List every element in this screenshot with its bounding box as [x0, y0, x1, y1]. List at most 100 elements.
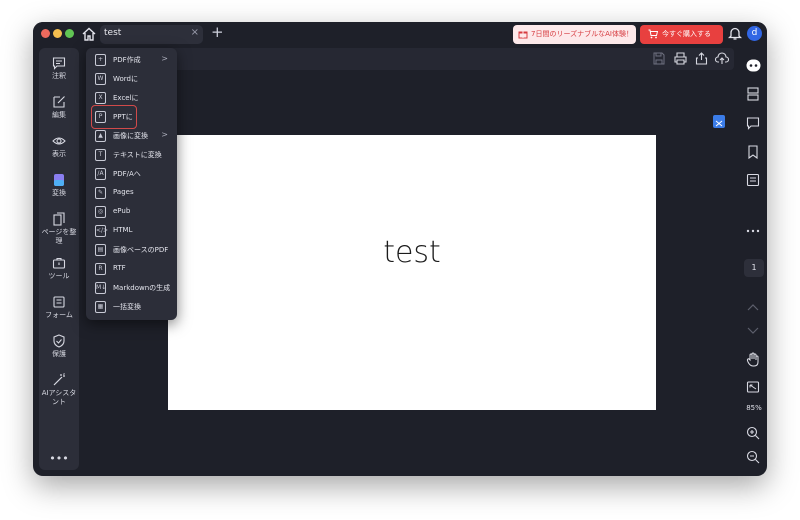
menu-item-label: HTML: [113, 226, 133, 234]
document-tab[interactable]: test ×: [100, 25, 203, 44]
print-icon[interactable]: [674, 52, 687, 65]
menu-item-to-text[interactable]: T テキストに変換: [86, 146, 177, 165]
menu-item-batch-convert[interactable]: ▦ 一括変換: [86, 298, 177, 317]
gift-icon: [518, 31, 528, 39]
promo-button[interactable]: 7日間のリーズナブルなAI体験！: [513, 25, 636, 44]
menu-item-to-epub[interactable]: ◎ ePub: [86, 203, 177, 222]
page-number-input[interactable]: 1: [744, 259, 764, 277]
promo-label: 7日間のリーズナブルなAI体験！: [531, 30, 633, 38]
form-icon: [53, 296, 65, 308]
fit-page-icon[interactable]: [746, 380, 760, 394]
toolbox-icon: [52, 257, 66, 269]
bookmark-icon[interactable]: [746, 145, 760, 159]
properties-icon[interactable]: [746, 173, 760, 187]
sidebar-item-organize-pages[interactable]: ページを整理: [39, 212, 79, 246]
shield-icon: [53, 334, 65, 348]
buy-now-button[interactable]: 今すぐ購入する: [640, 25, 723, 44]
sidebar-item-view[interactable]: 表示: [39, 134, 79, 159]
comment-icon: [52, 57, 66, 70]
zoom-in-icon[interactable]: [746, 426, 760, 440]
chevron-up-icon[interactable]: [746, 302, 760, 312]
image-pdf-icon: ▤: [95, 244, 106, 256]
sidebar-item-label: ツール: [48, 272, 70, 280]
edit-icon: [53, 96, 65, 108]
sidebar-item-convert[interactable]: 変換: [39, 173, 79, 198]
sidebar-item-label: 保護: [52, 350, 66, 358]
tab-close-icon[interactable]: ×: [191, 27, 199, 38]
sidebar-item-label: フォーム: [45, 311, 73, 319]
menu-item-to-pages[interactable]: ✎ Pages: [86, 184, 177, 203]
tab-label: test: [104, 28, 122, 38]
minimize-window-button[interactable]: [53, 29, 62, 38]
menu-item-to-html[interactable]: </> HTML: [86, 222, 177, 241]
sidebar-item-annotate[interactable]: 注釈: [39, 56, 79, 81]
markdown-icon: M↓: [95, 282, 106, 294]
title-bar: test × + 7日間のリーズナブルなAI体験！ 今すぐ購入する d: [33, 22, 767, 46]
avatar[interactable]: d: [747, 26, 762, 41]
menu-item-label: PDF/Aへ: [113, 170, 141, 178]
menu-item-markdown[interactable]: M↓ Markdownの生成: [86, 279, 177, 298]
rtf-icon: R: [95, 263, 106, 275]
cloud-upload-icon[interactable]: [715, 52, 729, 65]
sidebar-item-ai-assistant[interactable]: AIアシスタント: [39, 373, 79, 407]
menu-item-create-pdf[interactable]: + PDF作成 >: [86, 51, 177, 70]
document-page[interactable]: test: [168, 135, 656, 410]
menu-item-to-image-pdf[interactable]: ▤ 画像ベースのPDF: [86, 241, 177, 260]
sidebar-item-label: ページを整理: [41, 228, 77, 245]
pages-icon: [53, 212, 65, 226]
convert-menu: + PDF作成 > W Wordに X Excelに P PPTに ▲ 画像に変…: [86, 48, 177, 320]
home-icon[interactable]: [81, 26, 97, 42]
document-text: test: [383, 235, 441, 270]
menu-item-label: Wordに: [113, 75, 138, 83]
excel-icon: X: [95, 92, 106, 104]
sidebar-item-label: AIアシスタント: [41, 389, 77, 406]
bell-icon[interactable]: [728, 26, 742, 41]
menu-item-to-word[interactable]: W Wordに: [86, 70, 177, 89]
sidebar-item-tools[interactable]: ツール: [39, 256, 79, 281]
zoom-level[interactable]: 85%: [740, 404, 767, 412]
toolbar: [87, 48, 734, 70]
thumbnails-icon[interactable]: [746, 87, 760, 101]
menu-item-label: RTF: [113, 264, 126, 272]
menu-item-label: テキストに変換: [113, 151, 162, 159]
hand-tool-icon[interactable]: [746, 352, 760, 367]
share-icon[interactable]: [695, 52, 708, 65]
pages-format-icon: ✎: [95, 187, 106, 199]
menu-item-label: 一括変換: [113, 303, 141, 311]
cart-icon: [648, 29, 658, 39]
image-icon: ▲: [95, 130, 106, 142]
sidebar-item-protect[interactable]: 保護: [39, 334, 79, 359]
zoom-out-icon[interactable]: [746, 450, 760, 464]
document-info-badge[interactable]: [713, 115, 725, 128]
menu-item-label: ePub: [113, 207, 131, 215]
word-icon: W: [95, 73, 106, 85]
new-tab-button[interactable]: +: [211, 23, 224, 41]
sidebar-item-label: 注釈: [52, 72, 66, 80]
menu-item-to-rtf[interactable]: R RTF: [86, 260, 177, 279]
sidebar-more-button[interactable]: •••: [39, 452, 79, 465]
sidebar-item-edit[interactable]: 編集: [39, 95, 79, 120]
sidebar-item-label: 編集: [52, 111, 66, 119]
menu-item-to-image[interactable]: ▲ 画像に変換 >: [86, 127, 177, 146]
highlight-box: [91, 105, 137, 129]
create-pdf-icon: +: [95, 54, 106, 66]
chevron-down-icon[interactable]: [746, 326, 760, 336]
ai-chat-icon[interactable]: [746, 59, 761, 72]
sidebar-item-form[interactable]: フォーム: [39, 295, 79, 320]
html-icon: </>: [95, 225, 108, 237]
submenu-arrow-icon: >: [161, 54, 168, 63]
more-options-icon[interactable]: [746, 228, 760, 234]
menu-item-label: 画像に変換: [113, 132, 148, 140]
zoom-window-button[interactable]: [65, 29, 74, 38]
comments-panel-icon[interactable]: [746, 116, 760, 130]
doc-badge-icon: [715, 120, 723, 127]
submenu-arrow-icon: >: [161, 130, 168, 139]
close-window-button[interactable]: [41, 29, 50, 38]
menu-item-to-pdfa[interactable]: /A PDF/Aへ: [86, 165, 177, 184]
sidebar-item-label: 変換: [52, 189, 66, 197]
menu-item-label: PDF作成: [113, 56, 141, 64]
menu-item-label: Markdownの生成: [113, 284, 171, 292]
batch-icon: ▦: [95, 301, 106, 313]
epub-icon: ◎: [95, 206, 106, 218]
save-icon[interactable]: [653, 52, 665, 65]
